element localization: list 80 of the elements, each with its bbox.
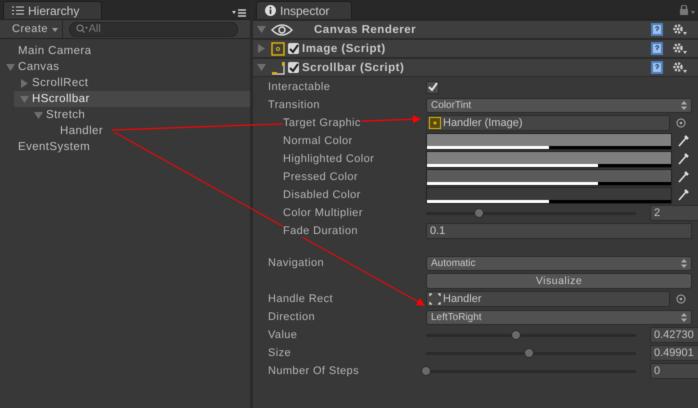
component-header[interactable]: Image (Script) <box>253 39 698 58</box>
tree-item[interactable]: HScrollbar <box>14 91 250 107</box>
visualize-button[interactable]: Visualize <box>426 273 692 289</box>
property-label: Value <box>268 329 298 341</box>
checkbox[interactable] <box>426 80 439 94</box>
property-label: Navigation <box>268 257 324 269</box>
help-icon[interactable] <box>651 61 663 74</box>
number-field[interactable]: 2 <box>650 205 698 221</box>
create-dropdown[interactable]: Create <box>0 20 63 38</box>
tree-item[interactable]: EventSystem <box>0 139 250 155</box>
enable-checkbox[interactable] <box>288 62 299 73</box>
slider-thumb[interactable] <box>511 330 522 340</box>
enable-checkbox[interactable] <box>288 43 299 54</box>
slider-thumb[interactable] <box>524 348 534 358</box>
lock-icon[interactable] <box>680 5 696 15</box>
tree-item[interactable]: Handler <box>42 123 250 139</box>
color-field[interactable] <box>426 186 672 204</box>
component-name: Canvas Renderer <box>314 24 416 36</box>
component-name: Image (Script) <box>302 42 386 54</box>
property-label: Highlighted Color <box>283 153 374 165</box>
color-field[interactable] <box>426 150 672 168</box>
settings-icon[interactable] <box>672 61 688 74</box>
number-field[interactable]: 0.42730 <box>650 327 698 343</box>
eyedropper-icon[interactable] <box>678 189 689 201</box>
property-label: Transition <box>268 99 320 111</box>
tree-item[interactable]: ScrollRect <box>14 75 250 91</box>
component-header[interactable]: Scrollbar (Script) <box>253 58 698 77</box>
number-field[interactable]: 0 <box>650 363 698 379</box>
number-field[interactable]: 0.49901 <box>650 345 698 361</box>
object-picker-icon[interactable] <box>676 294 686 304</box>
component-name: Scrollbar (Script) <box>302 62 404 74</box>
eyedropper-icon[interactable] <box>678 135 689 147</box>
property-label: Disabled Color <box>283 189 361 201</box>
tree-item[interactable]: Main Camera <box>0 43 250 59</box>
object-picker-icon[interactable] <box>676 118 686 128</box>
property-label: Color Multiplier <box>283 207 363 219</box>
property-label: Fade Duration <box>283 225 358 237</box>
image-icon <box>271 42 285 56</box>
eyedropper-icon[interactable] <box>678 153 689 165</box>
rect-transform-icon <box>429 293 441 305</box>
eyedropper-icon[interactable] <box>678 171 689 183</box>
panel-menu-icon[interactable] <box>232 8 246 17</box>
property-label: Number Of Steps <box>268 365 359 377</box>
image-icon <box>429 117 441 129</box>
property-label: Interactable <box>268 81 330 93</box>
eye-icon <box>271 24 293 36</box>
property-label: Pressed Color <box>283 171 358 183</box>
info-icon <box>265 5 276 16</box>
settings-icon[interactable] <box>672 23 688 36</box>
slider-thumb[interactable] <box>421 366 431 376</box>
up-down-arrows-icon <box>681 312 687 322</box>
help-icon[interactable] <box>651 42 663 55</box>
object-field[interactable]: Handler (Image) <box>426 115 670 131</box>
list-icon <box>12 6 24 15</box>
settings-icon[interactable] <box>672 42 688 55</box>
property-label: Normal Color <box>283 135 353 147</box>
property-label: Direction <box>268 311 316 323</box>
property-label: Size <box>268 347 291 359</box>
help-icon[interactable] <box>651 23 663 36</box>
property-label: Handle Rect <box>268 293 333 305</box>
color-field[interactable] <box>426 132 672 150</box>
inspector-tab[interactable]: Inspector <box>256 1 352 19</box>
dropdown[interactable]: LeftToRight <box>426 310 692 324</box>
up-down-arrows-icon <box>681 258 687 268</box>
hierarchy-tab[interactable]: Hierarchy <box>3 1 102 19</box>
tree-item[interactable]: Canvas <box>0 59 250 75</box>
dropdown[interactable]: ColorTint <box>426 98 692 112</box>
property-label: Target Graphic <box>283 117 361 129</box>
search-field[interactable]: All <box>68 22 238 36</box>
search-icon <box>76 24 88 34</box>
object-field[interactable]: Handler <box>426 291 670 307</box>
color-field[interactable] <box>426 168 672 186</box>
slider-thumb[interactable] <box>474 208 484 218</box>
dropdown[interactable]: Automatic <box>426 256 692 270</box>
component-header[interactable]: Canvas Renderer <box>253 20 698 39</box>
up-down-arrows-icon <box>681 100 687 110</box>
caret-icon <box>52 28 58 32</box>
scrollbar-icon <box>271 60 285 74</box>
text-field[interactable]: 0.1 <box>426 223 692 239</box>
tree-item[interactable]: Stretch <box>28 107 250 123</box>
